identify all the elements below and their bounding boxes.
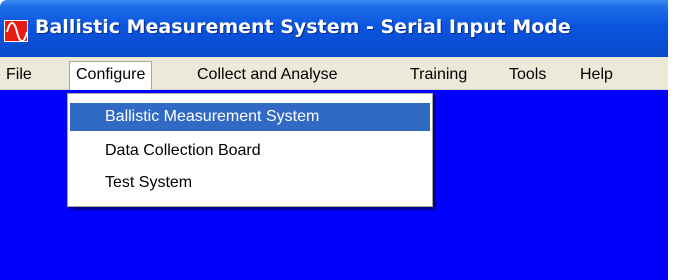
title-bar[interactable]: Ballistic Measurement System - Serial In… bbox=[0, 0, 668, 57]
menu-collect-and-analyse[interactable]: Collect and Analyse bbox=[197, 63, 338, 85]
dropdown-item-ballistic-measurement-system[interactable]: Ballistic Measurement System bbox=[70, 103, 430, 131]
menu-bar: File Configure Collect and Analyse Train… bbox=[0, 57, 668, 90]
menu-training[interactable]: Training bbox=[410, 63, 467, 85]
window-title: Ballistic Measurement System - Serial In… bbox=[35, 16, 571, 38]
menu-configure[interactable]: Configure bbox=[69, 61, 153, 90]
screen-margin bbox=[668, 0, 677, 280]
menu-help[interactable]: Help bbox=[580, 63, 613, 85]
dropdown-item-test-system[interactable]: Test System bbox=[70, 169, 430, 197]
menu-file[interactable]: File bbox=[6, 63, 32, 85]
menu-tools[interactable]: Tools bbox=[509, 63, 546, 85]
dropdown-item-data-collection-board[interactable]: Data Collection Board bbox=[70, 137, 430, 165]
app-window: Ballistic Measurement System - Serial In… bbox=[0, 0, 668, 280]
configure-dropdown-menu: Ballistic Measurement System Data Collec… bbox=[67, 93, 433, 207]
sine-wave-icon[interactable] bbox=[4, 20, 28, 42]
